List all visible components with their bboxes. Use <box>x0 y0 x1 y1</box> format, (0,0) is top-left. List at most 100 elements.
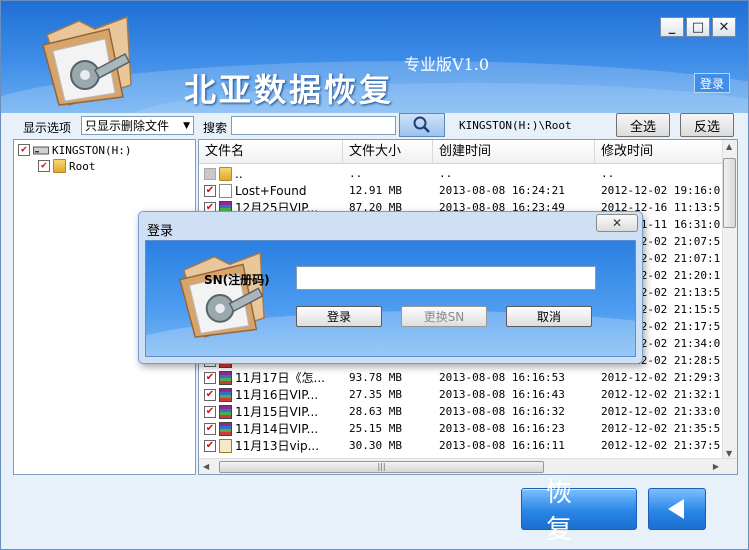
file-created: 2013-08-08 16:16:23 <box>439 422 565 435</box>
dialog-cancel-button[interactable]: 取消 <box>506 306 592 327</box>
checkbox-checked-icon[interactable]: ✔ <box>204 371 216 384</box>
file-modified: .. <box>601 167 615 180</box>
login-dialog: 登录 ✕ SN(注册码) 登录 更换SN 取消 <box>138 211 643 364</box>
cell-name: ✔ 11月15日VIP... <box>199 403 343 420</box>
file-name: Lost+Found <box>235 183 307 198</box>
table-row[interactable]: ✔ Lost+Found 12.91 MB 2013-08-08 16:24:21 20… <box>199 182 723 199</box>
table-row[interactable]: ✔ 11月15日VIP... 28.63 MB 2013-08-08 16:16:32… <box>199 403 723 420</box>
table-row[interactable]: ✔ 11月14日VIP... 25.15 MB 2013-08-08 16:16:23… <box>199 420 723 437</box>
rar-icon <box>219 404 232 419</box>
change-sn-button[interactable]: 更换SN <box>401 306 487 327</box>
checkbox-checked-icon[interactable]: ✔ <box>204 405 216 418</box>
current-path: KINGSTON(H:)\Root <box>459 119 572 132</box>
file-size: 30.30 MB <box>349 439 402 452</box>
cell-name: ✔ 11月16日VIP... <box>199 386 343 403</box>
column-header-modified[interactable]: 修改时间 <box>595 140 723 164</box>
sn-input[interactable] <box>296 266 596 290</box>
horizontal-scroll-thumb[interactable]: ||| <box>219 461 544 473</box>
cell-name: ✔ 11月17日《怎... <box>199 369 343 386</box>
dialog-title: 登录 <box>147 224 174 239</box>
pdf-icon <box>219 438 232 453</box>
back-button[interactable] <box>648 488 706 530</box>
invert-selection-button[interactable]: 反选 <box>680 113 734 137</box>
maximize-button[interactable]: □ <box>686 17 710 37</box>
checkbox-checked-icon[interactable]: ✔ <box>204 422 216 435</box>
search-input[interactable] <box>231 116 396 135</box>
search-button[interactable] <box>399 113 445 137</box>
scroll-down-icon[interactable]: ▼ <box>726 449 732 458</box>
vertical-scroll-thumb[interactable] <box>723 158 736 228</box>
table-row[interactable]: ✔ 11月16日VIP... 27.35 MB 2013-08-08 16:16:43… <box>199 386 723 403</box>
file-modified: 2012-12-02 19:16:0 <box>601 184 721 197</box>
file-name: 11月13日vip... <box>235 439 320 453</box>
version-label: 专业版V1.0 <box>404 55 490 74</box>
scroll-left-icon[interactable]: ◀ <box>203 462 209 471</box>
file-modified: 2012-12-02 21:33:0 <box>601 405 721 418</box>
tree-drive-label: KINGSTON(H:) <box>52 143 132 157</box>
dialog-close-button[interactable]: ✕ <box>596 214 638 232</box>
file-size: 25.15 MB <box>349 422 402 435</box>
checkbox-checked-icon[interactable]: ✔ <box>18 144 30 156</box>
tree-folder-label: Root <box>69 159 96 173</box>
dialog-login-button[interactable]: 登录 <box>296 306 382 327</box>
folder-icon <box>53 159 66 173</box>
dialog-body: SN(注册码) 登录 更换SN 取消 <box>145 240 636 357</box>
file-created: 2013-08-08 16:16:32 <box>439 405 565 418</box>
filter-select[interactable]: 只显示删除文件 ▼ <box>81 116 194 135</box>
tree-item-drive[interactable]: ✔ KINGSTON(H:) <box>18 142 131 158</box>
filter-select-value: 只显示删除文件 <box>85 119 170 133</box>
column-header-created[interactable]: 创建时间 <box>433 140 595 164</box>
file-created: 2013-08-08 16:16:53 <box>439 371 565 384</box>
select-all-button[interactable]: 全选 <box>616 113 670 137</box>
rar-icon <box>219 387 232 402</box>
cell-name: ✔ Lost+Found <box>199 183 343 198</box>
window-controls: _ □ ✕ <box>660 17 736 37</box>
back-arrow-icon <box>668 499 684 519</box>
drive-icon <box>33 146 49 155</box>
filter-label: 显示选项 <box>23 121 72 135</box>
cell-name: ✔ 11月13日vip... <box>199 437 343 454</box>
scroll-up-icon[interactable]: ▲ <box>726 142 732 151</box>
cell-name: ✔ 11月14日VIP... <box>199 420 343 437</box>
table-row[interactable]: ........ <box>199 165 723 182</box>
file-size: 93.78 MB <box>349 371 402 384</box>
file-created: .. <box>439 167 453 180</box>
folder-key-logo-icon <box>42 15 132 106</box>
file-icon <box>219 183 232 198</box>
column-header-size[interactable]: 文件大小 <box>343 140 433 164</box>
folder-icon <box>219 166 232 181</box>
close-button[interactable]: ✕ <box>712 17 736 37</box>
file-size: .. <box>349 167 363 180</box>
app-title: 北亚数据恢复 <box>184 71 395 109</box>
table-row[interactable]: ✔ 11月13日vip... 30.30 MB 2013-08-08 16:16:11… <box>199 437 723 454</box>
file-modified: 2012-12-02 21:37:5 <box>601 439 721 452</box>
checkbox-checked-icon[interactable]: ✔ <box>204 184 216 197</box>
recover-button[interactable]: 恢复 <box>521 478 637 545</box>
file-modified: 2012-12-02 21:29:3 <box>601 371 721 384</box>
sn-label: SN(注册码) <box>204 273 270 287</box>
file-name: 11月16日VIP... <box>235 388 319 402</box>
vertical-scrollbar[interactable]: ▲ ▼ <box>722 140 737 460</box>
column-header-name[interactable]: 文件名 <box>199 140 343 164</box>
table-row[interactable]: ✔ 11月17日《怎... 93.78 MB 2013-08-08 16:16:53 2… <box>199 369 723 386</box>
file-created: 2013-08-08 16:16:43 <box>439 388 565 401</box>
file-name: 11月15日VIP... <box>235 405 319 419</box>
toolbar: 显示选项 只显示删除文件 ▼ 搜索 KINGSTON(H:)\Root 全选 反… <box>1 113 748 139</box>
file-name: 11月17日《怎... <box>235 371 325 385</box>
file-created: 2013-08-08 16:16:11 <box>439 439 565 452</box>
checkbox-checked-icon[interactable]: ✔ <box>38 160 50 172</box>
checkbox-disabled-icon[interactable] <box>204 167 216 180</box>
checkbox-checked-icon[interactable]: ✔ <box>204 388 216 401</box>
login-button[interactable]: 登录 <box>694 73 730 93</box>
minimize-button[interactable]: _ <box>660 17 684 37</box>
file-modified: 2012-12-02 21:32:1 <box>601 388 721 401</box>
scroll-right-icon[interactable]: ▶ <box>713 462 719 471</box>
file-name: 11月14日VIP... <box>235 422 319 436</box>
horizontal-scrollbar[interactable]: ◀ ||| ▶ <box>199 458 737 474</box>
file-modified: 2012-12-02 21:35:5 <box>601 422 721 435</box>
tree-item-root[interactable]: ✔ Root <box>38 158 96 174</box>
app-window: 北亚数据恢复 专业版V1.0 _ □ ✕ 登录 显示选项 只显示删除文件 ▼ 搜… <box>0 0 749 550</box>
file-name: .. <box>235 166 243 181</box>
checkbox-checked-icon[interactable]: ✔ <box>204 439 216 452</box>
file-size: 27.35 MB <box>349 388 402 401</box>
